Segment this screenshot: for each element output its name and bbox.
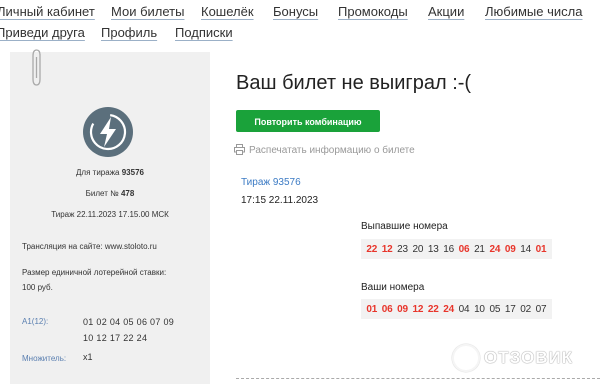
- lottery-number: 24: [489, 243, 501, 255]
- bet-size-line1: Размер единичной лотерейной ставки:: [22, 268, 167, 277]
- nav-link-favorite-numbers[interactable]: Любимые числа: [485, 4, 582, 19]
- lottery-number: 12: [412, 303, 424, 315]
- combo-numbers-line2: 10 12 17 22 24: [83, 333, 148, 343]
- lottery-logo-icon: [83, 107, 133, 157]
- section-divider: [236, 378, 600, 379]
- lottery-number: 09: [397, 303, 408, 315]
- nav-link-cabinet[interactable]: Личный кабинет: [0, 4, 95, 19]
- drawn-numbers-label: Выпавшие номера: [361, 221, 448, 232]
- lottery-number: 24: [443, 303, 455, 315]
- nav-link-invite-friend[interactable]: Приведи друга: [0, 25, 85, 40]
- ticket-prefix: Билет №: [85, 189, 119, 198]
- lottery-number: 09: [504, 243, 516, 255]
- lottery-number: 23: [397, 243, 408, 255]
- broadcast-info: Трансляция на сайте: www.stoloto.ru: [22, 242, 157, 251]
- lottery-number: 12: [381, 243, 393, 255]
- ticket-number-line: Билет № 478: [10, 189, 210, 198]
- ticket-number: 478: [120, 189, 135, 198]
- lottery-number: 05: [489, 303, 501, 315]
- nav-link-promocodes[interactable]: Промокоды: [338, 4, 408, 19]
- lottery-number: 14: [520, 243, 531, 255]
- nav-link-bonuses[interactable]: Бонусы: [273, 4, 318, 19]
- lottery-number: 04: [458, 303, 470, 315]
- lottery-number: 22: [366, 243, 378, 255]
- combo-numbers: 01 02 04 05 06 07 09 10 12 17 22 24: [83, 314, 203, 346]
- nav-link-my-tickets[interactable]: Мои билеты: [111, 4, 184, 19]
- watermark: ОТЗОВИК: [452, 344, 574, 372]
- draw-number: 93576: [121, 168, 144, 177]
- lottery-number: 02: [520, 303, 531, 315]
- lottery-number: 06: [381, 303, 393, 315]
- printer-icon: [234, 144, 245, 155]
- draw-number-link[interactable]: Тираж 93576: [241, 177, 301, 188]
- multiplier-label: Множитель:: [22, 354, 67, 363]
- ticket-card: Для тиража 93576 Билет № 478 Тираж 22.11…: [10, 52, 210, 384]
- paperclip-icon: [32, 49, 41, 86]
- account-nav: Личный кабинет Мои билеты Кошелёк Бонусы…: [0, 0, 600, 48]
- print-ticket-link[interactable]: Распечатать информацию о билете: [234, 144, 415, 156]
- draw-prefix: Для тиража: [76, 168, 120, 177]
- lottery-number: 16: [443, 243, 455, 255]
- lottery-number: 07: [535, 303, 547, 315]
- repeat-combination-button[interactable]: Повторить комбинацию: [236, 110, 380, 132]
- combo-label: А1(12):: [22, 317, 49, 326]
- bet-size-line2: 100 руб.: [22, 283, 53, 292]
- ticket-draw-line: Для тиража 93576: [10, 168, 210, 177]
- lottery-number: 21: [474, 243, 485, 255]
- your-numbers-row: 01 06 09 12 22 24 04 10 05 17 02 07: [361, 299, 552, 319]
- nav-link-subscriptions[interactable]: Подписки: [175, 25, 233, 40]
- your-numbers-label: Ваши номера: [361, 282, 425, 293]
- nav-link-promotions[interactable]: Акции: [428, 4, 464, 19]
- drawn-numbers-row: 22 12 23 20 13 16 06 21 24 09 14 01: [361, 239, 552, 259]
- lottery-number: 01: [535, 243, 547, 255]
- lottery-number: 06: [458, 243, 470, 255]
- watermark-logo-icon: [452, 344, 480, 372]
- lottery-number: 22: [427, 303, 439, 315]
- result-title: Ваш билет не выиграл :-(: [236, 72, 472, 94]
- nav-link-wallet[interactable]: Кошелёк: [201, 4, 254, 19]
- ticket-draw-datetime: Тираж 22.11.2023 17.15.00 МСК: [51, 210, 169, 219]
- nav-link-profile[interactable]: Профиль: [101, 25, 157, 40]
- lottery-number: 20: [412, 243, 424, 255]
- print-link-label: Распечатать информацию о билете: [249, 145, 415, 156]
- lottery-number: 13: [427, 243, 439, 255]
- multiplier-value: x1: [83, 352, 93, 362]
- draw-time: 17:15 22.11.2023: [241, 195, 319, 206]
- lottery-number: 10: [474, 303, 485, 315]
- lottery-number: 01: [366, 303, 378, 315]
- lottery-number: 17: [504, 303, 516, 315]
- watermark-text: ОТЗОВИК: [484, 348, 574, 367]
- combo-numbers-line1: 01 02 04 05 06 07 09: [83, 317, 175, 327]
